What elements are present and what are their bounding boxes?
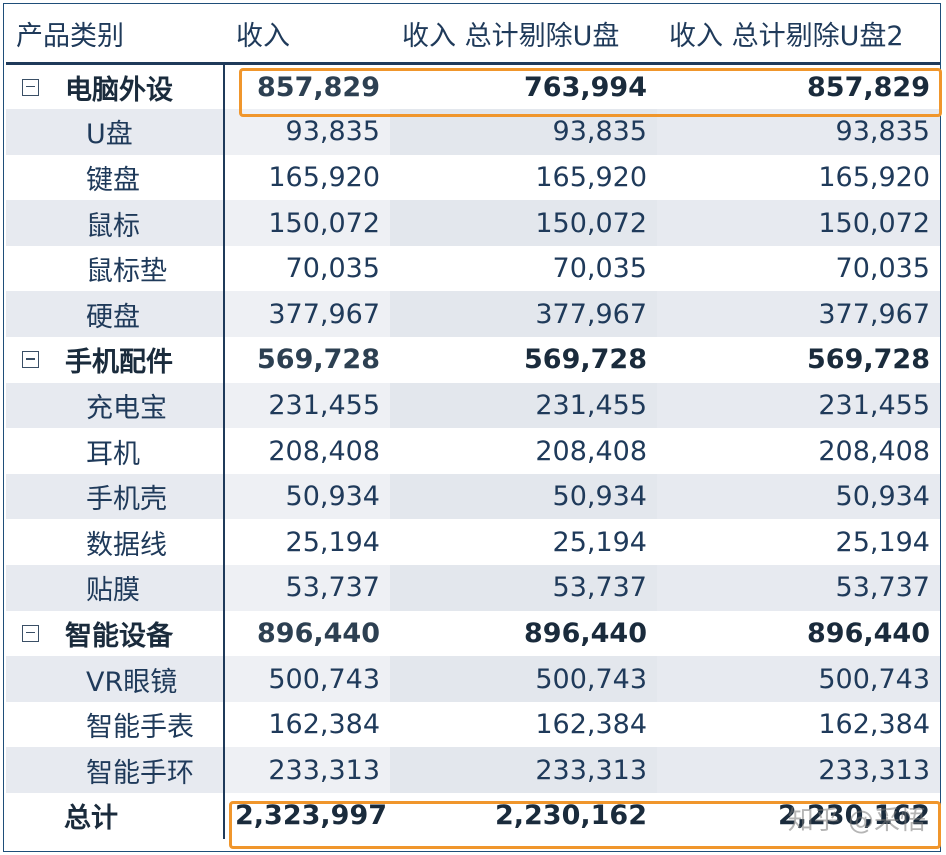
item-value-cell: 25,194 (552, 526, 647, 558)
total-value-cell: 2,323,997 (235, 800, 388, 832)
group-label-cell: 智能设备 (6, 610, 225, 657)
item-label-cell: 数据线 (6, 519, 225, 566)
group-value-cell: 896,440 (807, 617, 930, 649)
item-value-cell: 93,835 (224, 109, 390, 155)
total-row: 总计 2,323,997 2,230,162 2,230,162 (6, 793, 940, 839)
group-value-cell: 763,994 (524, 71, 647, 103)
collapse-toggle-icon[interactable] (22, 624, 39, 642)
group-value-cell: 896,440 (524, 617, 647, 649)
item-row: VR眼镜 500,743 500,743 500,743 (6, 656, 940, 702)
item-value-cell: 208,408 (535, 435, 647, 467)
item-value-cell: 165,920 (535, 161, 647, 193)
item-value-cell: 162,384 (268, 709, 380, 741)
group-row: 智能设备 896,440 896,440 896,440 (6, 610, 940, 657)
item-row: 充电宝 231,455 231,455 231,455 (6, 382, 940, 429)
group-value-cell: 569,728 (807, 344, 930, 376)
item-value-cell: 70,035 (285, 253, 380, 285)
header-revenue[interactable]: 收入 (224, 4, 390, 65)
item-value-cell: 70,035 (552, 253, 647, 285)
group-value-cell: 857,829 (257, 71, 380, 103)
header-category[interactable]: 产品类别 (6, 4, 224, 65)
item-value-cell: 165,920 (268, 161, 380, 193)
group-value-cell: 569,728 (524, 344, 647, 376)
item-value-cell: 25,194 (285, 526, 380, 558)
item-label-cell: 智能手环 (6, 747, 225, 793)
item-value-cell: 377,967 (657, 291, 940, 338)
item-label-cell: 鼠标垫 (6, 245, 225, 292)
group-value-cell: 896,440 (257, 617, 380, 649)
item-row: 硬盘 377,967 377,967 377,967 (6, 291, 940, 338)
item-label-cell: 手机壳 (6, 473, 225, 520)
item-label-cell: 耳机 (6, 428, 225, 474)
item-label-cell: 鼠标 (6, 200, 225, 246)
group-label-cell: 电脑外设 (6, 63, 225, 110)
group-label: 智能设备 (65, 620, 173, 652)
item-value-cell: 231,455 (390, 382, 657, 429)
item-label-cell: 键盘 (6, 154, 225, 201)
group-row: 电脑外设 857,829 763,994 857,829 (6, 63, 940, 110)
item-label-cell: 充电宝 (6, 382, 225, 429)
item-row: 键盘 165,920 165,920 165,920 (6, 154, 940, 201)
item-value-cell: 53,737 (657, 565, 940, 611)
item-value-cell: 150,072 (390, 200, 657, 246)
item-value-cell: 93,835 (390, 109, 657, 155)
header-revenue-excl2[interactable]: 收入 总计剔除U盘2 (657, 4, 940, 65)
item-row: 智能手表 162,384 162,384 162,384 (6, 701, 940, 748)
item-value-cell: 208,408 (818, 435, 930, 467)
item-value-cell: 208,408 (268, 435, 380, 467)
item-value-cell: 233,313 (390, 747, 657, 793)
item-value-cell: 162,384 (818, 709, 930, 741)
item-value-cell: 500,743 (657, 656, 940, 702)
item-label-cell: 硬盘 (6, 291, 225, 338)
item-value-cell: 70,035 (835, 253, 930, 285)
item-value-cell: 150,072 (224, 200, 390, 246)
item-label-cell: 贴膜 (6, 565, 225, 611)
total-value-cell: 2,230,162 (777, 800, 930, 832)
item-value-cell: 162,384 (535, 709, 647, 741)
item-value-cell: 50,934 (657, 473, 940, 520)
item-row: 耳机 208,408 208,408 208,408 (6, 428, 940, 474)
item-row: 贴膜 53,737 53,737 53,737 (6, 565, 940, 611)
header-row: 产品类别 收入 收入 总计剔除U盘 收入 总计剔除U盘2 (6, 4, 940, 65)
item-value-cell: 500,743 (224, 656, 390, 702)
item-row: 手机壳 50,934 50,934 50,934 (6, 473, 940, 520)
item-value-cell: 25,194 (835, 526, 930, 558)
item-value-cell: 377,967 (224, 291, 390, 338)
group-label: 手机配件 (65, 347, 173, 379)
item-value-cell: 150,072 (657, 200, 940, 246)
item-value-cell: 93,835 (657, 109, 940, 155)
header-revenue-excl[interactable]: 收入 总计剔除U盘 (390, 4, 657, 65)
item-value-cell: 165,920 (818, 161, 930, 193)
item-row: 鼠标 150,072 150,072 150,072 (6, 200, 940, 246)
group-label-cell: 手机配件 (6, 337, 225, 383)
item-value-cell: 231,455 (224, 382, 390, 429)
item-label-cell: U盘 (6, 109, 225, 155)
item-row: 鼠标垫 70,035 70,035 70,035 (6, 245, 940, 292)
item-value-cell: 231,455 (657, 382, 940, 429)
item-value-cell: 50,934 (390, 473, 657, 520)
group-row: 手机配件 569,728 569,728 569,728 (6, 337, 940, 383)
item-value-cell: 500,743 (390, 656, 657, 702)
collapse-toggle-icon[interactable] (22, 78, 39, 96)
matrix-body: 电脑外设 857,829 763,994 857,829 U盘 93,835 93,835 9… (6, 63, 940, 839)
group-value-cell: 569,728 (257, 344, 380, 376)
item-value-cell: 233,313 (657, 747, 940, 793)
item-row: 智能手环 233,313 233,313 233,313 (6, 747, 940, 793)
item-label-cell: 智能手表 (6, 701, 225, 748)
item-value-cell: 377,967 (390, 291, 657, 338)
total-label-cell: 总计 (6, 793, 225, 839)
item-value-cell: 50,934 (224, 473, 390, 520)
item-row: U盘 93,835 93,835 93,835 (6, 109, 940, 155)
matrix-table: 产品类别 收入 收入 总计剔除U盘 收入 总计剔除U盘2 电脑外设 857,829… (6, 4, 940, 839)
group-label: 电脑外设 (65, 74, 173, 106)
item-label-cell: VR眼镜 (6, 656, 225, 702)
item-value-cell: 53,737 (390, 565, 657, 611)
group-value-cell: 857,829 (807, 71, 930, 103)
item-value-cell: 233,313 (224, 747, 390, 793)
collapse-toggle-icon[interactable] (22, 351, 39, 369)
item-value-cell: 53,737 (224, 565, 390, 611)
item-row: 数据线 25,194 25,194 25,194 (6, 519, 940, 566)
total-value-cell: 2,230,162 (494, 800, 647, 832)
